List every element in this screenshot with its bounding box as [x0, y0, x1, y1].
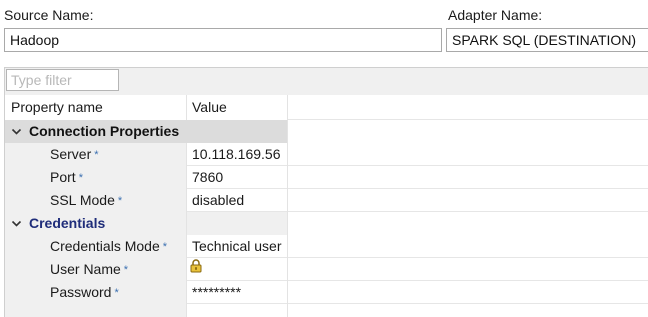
group-value-cell [187, 120, 288, 143]
property-value-cell[interactable] [187, 258, 288, 281]
row-filler [288, 258, 648, 281]
property-value-cell[interactable]: ********* [187, 281, 288, 304]
required-marker: * [94, 149, 99, 161]
property-name-cell: Port * [5, 166, 187, 189]
source-name-label: Source Name: [4, 7, 94, 23]
table-header: Property name Value [5, 95, 648, 120]
lock-icon [190, 259, 202, 273]
column-header-value[interactable]: Value [187, 95, 288, 120]
property-label: Server [50, 146, 92, 162]
group-row-connection-properties[interactable]: Connection Properties [5, 120, 648, 143]
adapter-name-label: Adapter Name: [448, 7, 543, 23]
group-row-credentials[interactable]: Credentials [5, 212, 648, 235]
property-value-cell[interactable]: 7860 [187, 166, 288, 189]
table-row[interactable]: SSL Mode * disabled [5, 189, 648, 212]
property-name-cell: Password * [5, 281, 187, 304]
group-title: Credentials [29, 215, 106, 231]
group-title: Connection Properties [29, 123, 180, 139]
property-name-cell: User Name * [5, 258, 187, 281]
group-filler-cell [288, 212, 648, 235]
required-marker: * [123, 264, 129, 276]
property-name-cell: SSL Mode * [5, 189, 187, 212]
table-row[interactable]: Server * 10.118.169.56 [5, 143, 648, 166]
group-filler-cell [288, 120, 648, 143]
row-filler [288, 143, 648, 166]
table-row[interactable]: User Name * [5, 258, 648, 281]
required-marker: * [162, 241, 168, 253]
table-row[interactable]: Credentials Mode * Technical user [5, 235, 648, 258]
required-marker: * [114, 287, 119, 299]
source-name-field[interactable]: Hadoop [4, 28, 442, 52]
required-marker: * [117, 195, 123, 207]
property-label: User Name [50, 261, 121, 277]
required-marker: * [78, 172, 83, 184]
adapter-name-field[interactable]: SPARK SQL (DESTINATION) [446, 28, 648, 52]
row-filler [288, 166, 648, 189]
property-value-cell[interactable]: 10.118.169.56 [187, 143, 288, 166]
column-header-property-name[interactable]: Property name [5, 95, 187, 120]
group-cell: Connection Properties [5, 120, 187, 143]
row-filler [288, 235, 648, 258]
chevron-down-icon[interactable] [11, 218, 22, 229]
type-filter-input[interactable] [6, 69, 119, 91]
table-row[interactable]: Port * 7860 [5, 166, 648, 189]
row-filler [288, 281, 648, 304]
column-header-filler [288, 95, 648, 120]
property-label: Password [50, 284, 112, 300]
property-name-cell: Server * [5, 143, 187, 166]
group-cell: Credentials [5, 212, 187, 235]
property-value-cell[interactable]: Technical user [187, 235, 288, 258]
property-label: SSL Mode [50, 192, 115, 208]
group-value-cell [187, 212, 288, 235]
property-value-cell[interactable]: disabled [187, 189, 288, 212]
table-row[interactable]: Password * ********* [5, 281, 648, 304]
property-name-cell: Credentials Mode * [5, 235, 187, 258]
chevron-down-icon[interactable] [11, 126, 22, 137]
row-filler [288, 189, 648, 212]
empty-row [5, 304, 648, 317]
property-label: Port [50, 169, 76, 185]
empty-cell [5, 304, 187, 317]
properties-table: Property name Value Connection Propertie… [5, 95, 648, 317]
empty-cell [187, 304, 288, 317]
property-label: Credentials Mode [50, 238, 160, 254]
